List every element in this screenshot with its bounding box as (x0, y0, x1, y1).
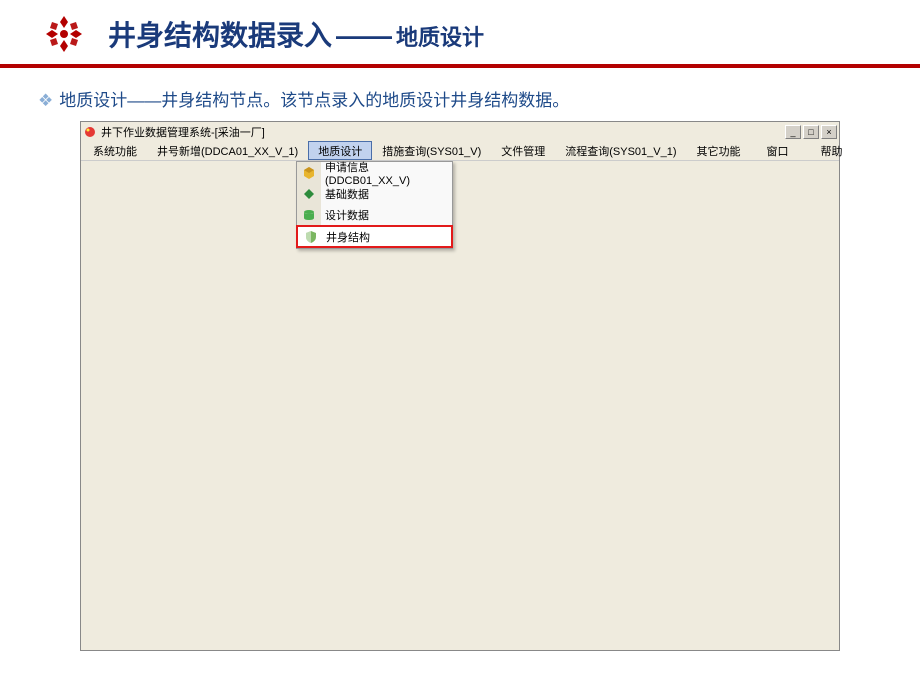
app-icon (83, 125, 97, 139)
desc-prefix: 地质设计——井身结构节点。 (59, 91, 280, 110)
bullet-icon: ❖ (38, 91, 53, 110)
desc-rest: 该节点录入的地质设计井身结构数据。 (280, 91, 569, 110)
slide-title-main: 井身结构数据录入 (108, 14, 332, 54)
slide-title-sep: —— (336, 20, 392, 52)
description-line: ❖ 地质设计——井身结构节点。该节点录入的地质设计井身结构数据。 (0, 68, 920, 121)
slide-title: 井身结构数据录入 —— 地质设计 (108, 14, 484, 54)
dropdown-item-design-data[interactable]: 设计数据 (297, 204, 452, 225)
green-diamond-icon (301, 186, 317, 202)
minimize-button[interactable]: _ (785, 125, 801, 139)
dropdown-geo-design: 申请信息(DDCB01_XX_V) 基础数据 设计数据 井身结构 (296, 161, 453, 249)
menu-flow-query[interactable]: 流程查询(SYS01_V_1) (555, 141, 686, 160)
dropdown-label: 设计数据 (325, 207, 369, 223)
slide-header: 井身结构数据录入 —— 地质设计 (0, 0, 920, 64)
menu-window[interactable]: 窗口 (751, 141, 805, 160)
client-area (82, 161, 838, 649)
close-button[interactable]: × (821, 125, 837, 139)
dropdown-item-well-structure[interactable]: 井身结构 (296, 225, 453, 248)
dropdown-item-base-data[interactable]: 基础数据 (297, 183, 452, 204)
dropdown-label: 基础数据 (325, 186, 369, 202)
menu-geo-design[interactable]: 地质设计 (308, 141, 372, 160)
menu-other[interactable]: 其它功能 (687, 141, 751, 160)
maximize-button[interactable]: □ (803, 125, 819, 139)
app-window: 井下作业数据管理系统-[采油一厂] _ □ × 系统功能 井号新增(DDCA01… (80, 121, 840, 651)
green-db-icon (301, 207, 317, 223)
menu-well-add[interactable]: 井号新增(DDCA01_XX_V_1) (147, 141, 308, 160)
titlebar: 井下作业数据管理系统-[采油一厂] _ □ × (81, 122, 839, 141)
menubar: 系统功能 井号新增(DDCA01_XX_V_1) 地质设计 措施查询(SYS01… (81, 141, 839, 161)
menu-measure-query[interactable]: 措施查询(SYS01_V) (372, 141, 491, 160)
dropdown-label: 井身结构 (326, 229, 370, 245)
shield-icon (303, 229, 319, 245)
window-title: 井下作业数据管理系统-[采油一厂] (101, 124, 785, 140)
menu-file-mgmt[interactable]: 文件管理 (491, 141, 555, 160)
window-controls: _ □ × (785, 125, 837, 139)
menu-help[interactable]: 帮助 (805, 141, 859, 160)
yellow-cube-icon (301, 165, 317, 181)
logo-icon (44, 14, 84, 54)
dropdown-item-apply-info[interactable]: 申请信息(DDCB01_XX_V) (297, 162, 452, 183)
menu-system[interactable]: 系统功能 (83, 141, 147, 160)
slide-title-sub: 地质设计 (396, 20, 484, 52)
